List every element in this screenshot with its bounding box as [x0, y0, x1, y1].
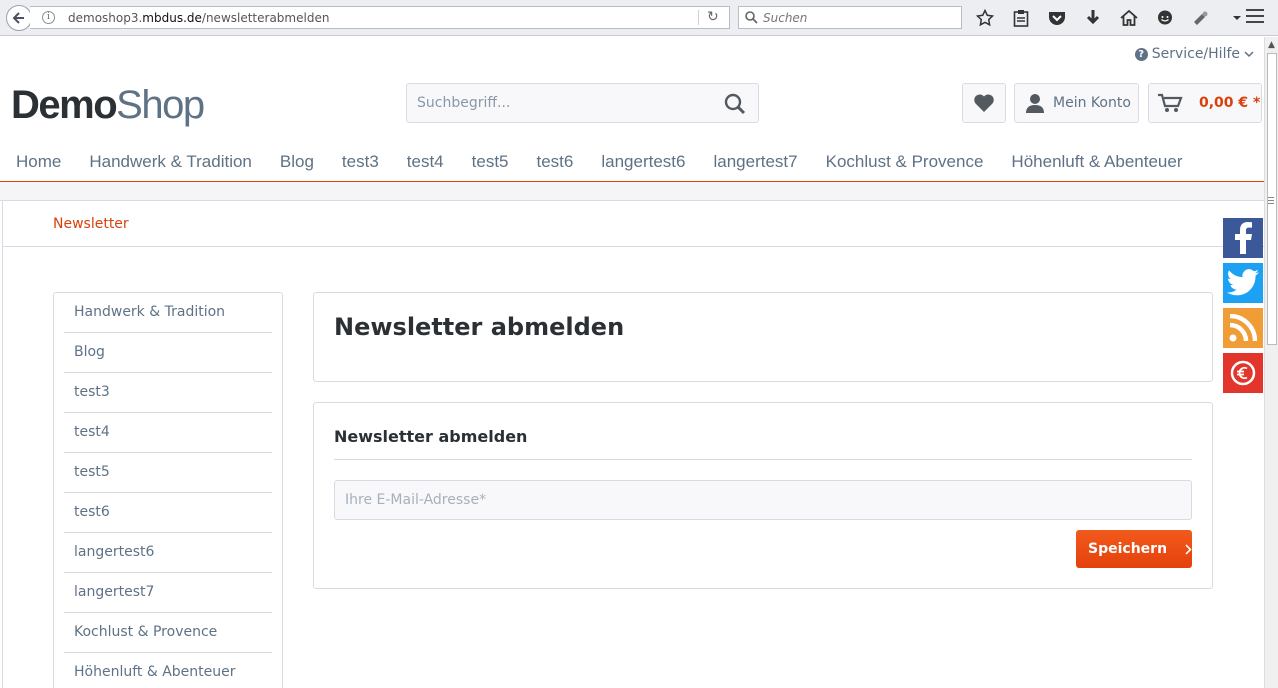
sidebar-item-kochlust[interactable]: Kochlust & Provence	[64, 613, 272, 653]
toolbar-icons	[972, 7, 1250, 29]
shop-page: ? Service/Hilfe DemoShop Mein Konto 0,00…	[0, 37, 1265, 688]
download-icon[interactable]	[1080, 7, 1106, 29]
reload-icon[interactable]: ↻	[707, 9, 719, 25]
page-scrollbar[interactable]: ▲	[1264, 37, 1278, 688]
form-divider	[334, 459, 1192, 460]
cart-icon	[1158, 93, 1183, 112]
sidebar-item-test4[interactable]: test4	[64, 413, 272, 453]
facebook-icon	[1235, 222, 1252, 254]
chat-icon[interactable]	[1152, 7, 1178, 29]
question-icon: ?	[1134, 47, 1148, 61]
shop-search	[406, 83, 759, 123]
twitter-icon	[1226, 269, 1259, 296]
email-field[interactable]	[334, 480, 1192, 520]
chevron-right-icon	[1185, 543, 1192, 555]
nav-item-hoehenluft[interactable]: Höhenluft & Abenteuer	[1011, 144, 1182, 180]
sidebar-item-langertest7[interactable]: langertest7	[64, 573, 272, 613]
sidebar-item-test6[interactable]: test6	[64, 493, 272, 533]
nav-item-kochlust[interactable]: Kochlust & Provence	[826, 144, 984, 180]
rss-icon	[1229, 314, 1257, 342]
sidebar-item-test3[interactable]: test3	[64, 373, 272, 413]
nav-item-handwerk[interactable]: Handwerk & Tradition	[89, 144, 252, 180]
category-sidebar: Handwerk & Tradition Blog test3 test4 te…	[53, 292, 283, 688]
sidebar-item-handwerk[interactable]: Handwerk & Tradition	[64, 293, 272, 333]
cart-amount: 0,00 € *	[1199, 95, 1261, 111]
facebook-share-button[interactable]	[1223, 218, 1263, 258]
nav-item-langertest6[interactable]: langertest6	[601, 144, 685, 180]
service-label: Service/Hilfe	[1151, 46, 1240, 62]
shop-search-input[interactable]	[407, 84, 707, 122]
rss-feed-button[interactable]	[1223, 308, 1263, 348]
wishlist-button[interactable]	[962, 83, 1006, 123]
account-label: Mein Konto	[1053, 95, 1131, 111]
newsletter-form-panel: Newsletter abmelden Speichern	[313, 402, 1213, 589]
heart-icon	[974, 94, 994, 112]
sidebar-item-blog[interactable]: Blog	[64, 333, 272, 373]
page-title-panel: Newsletter abmelden	[313, 292, 1213, 382]
nav-item-blog[interactable]: Blog	[280, 144, 314, 180]
menu-icon[interactable]	[1246, 9, 1264, 25]
cart-button[interactable]: 0,00 € *	[1148, 83, 1262, 123]
shop-logo[interactable]: DemoShop	[11, 83, 205, 128]
sidebar-item-test5[interactable]: test5	[64, 453, 272, 493]
nav-item-test6[interactable]: test6	[537, 144, 574, 180]
browser-search-input[interactable]: Suchen	[738, 6, 962, 29]
url-bar[interactable]: i demoshop3.mbdus.de/newsletterabmelden …	[30, 6, 730, 29]
content-area: Newsletter Handwerk & Tradition Blog tes…	[2, 201, 1265, 688]
sidebar-item-langertest6[interactable]: langertest6	[64, 533, 272, 573]
main-navigation: Home Handwerk & Tradition Blog test3 tes…	[0, 144, 1264, 182]
chevron-down-icon	[1244, 51, 1254, 58]
browser-toolbar: i demoshop3.mbdus.de/newsletterabmelden …	[0, 0, 1278, 36]
search-icon[interactable]	[724, 93, 746, 115]
form-title: Newsletter abmelden	[334, 427, 528, 446]
save-button-label: Speichern	[1088, 541, 1168, 557]
nav-divider-band	[0, 182, 1264, 201]
star-icon[interactable]	[972, 7, 998, 29]
page-title: Newsletter abmelden	[334, 313, 625, 341]
sidebar-item-hoehenluft[interactable]: Höhenluft & Abenteuer	[64, 653, 272, 688]
breadcrumb-item-newsletter[interactable]: Newsletter	[53, 216, 129, 232]
nav-item-langertest7[interactable]: langertest7	[713, 144, 797, 180]
pocket-icon[interactable]	[1044, 7, 1070, 29]
back-arrow-icon	[12, 12, 24, 24]
info-icon[interactable]: i	[42, 11, 55, 24]
scrollbar-grip	[1268, 197, 1274, 206]
nav-item-test5[interactable]: test5	[472, 144, 509, 180]
nav-item-test3[interactable]: test3	[342, 144, 379, 180]
euro-button[interactable]	[1223, 353, 1263, 393]
user-icon	[1026, 94, 1044, 113]
euro-icon	[1230, 360, 1256, 386]
account-button[interactable]: Mein Konto	[1014, 83, 1139, 123]
logo-demo: Demo	[11, 83, 118, 127]
reading-list-icon[interactable]	[1008, 7, 1034, 29]
extension-icon[interactable]	[1188, 7, 1214, 29]
twitter-share-button[interactable]	[1223, 263, 1263, 303]
logo-shop: Shop	[116, 83, 205, 127]
service-menu[interactable]: ? Service/Hilfe	[1134, 46, 1254, 62]
nav-item-test4[interactable]: test4	[407, 144, 444, 180]
search-icon	[745, 11, 758, 24]
back-button[interactable]	[6, 5, 32, 31]
url-path: /newsletterabmelden	[201, 11, 330, 25]
home-icon[interactable]	[1116, 7, 1142, 29]
url-host: demoshop3.	[68, 11, 143, 25]
browser-search-placeholder: Suchen	[763, 11, 808, 25]
scroll-up-icon[interactable]: ▲	[1268, 40, 1275, 50]
url-separator	[698, 10, 699, 25]
save-button[interactable]: Speichern	[1076, 530, 1192, 568]
breadcrumb: Newsletter	[3, 201, 1265, 247]
url-domain: mbdus.de	[142, 11, 202, 25]
url-text: demoshop3.mbdus.de/newsletterabmelden	[68, 11, 329, 25]
nav-item-home[interactable]: Home	[16, 144, 61, 180]
